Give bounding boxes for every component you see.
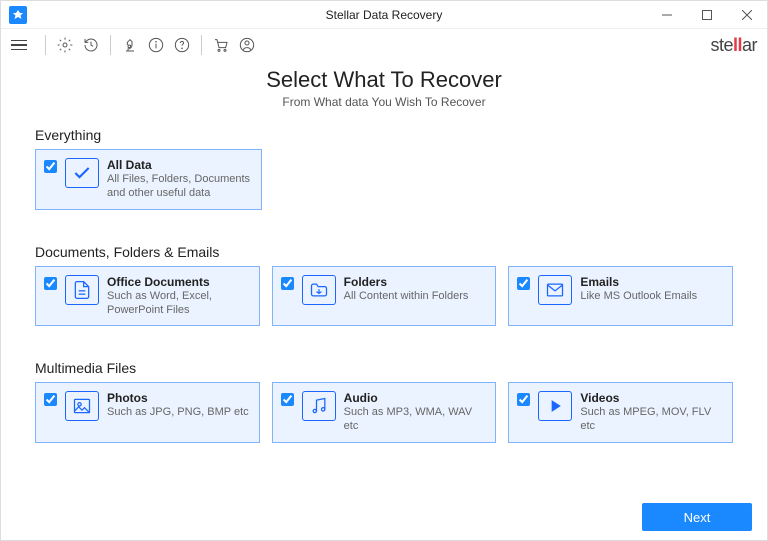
card-all-data[interactable]: All Data All Files, Folders, Documents a… bbox=[35, 149, 262, 210]
help-icon[interactable] bbox=[172, 35, 192, 55]
card-title: Emails bbox=[580, 275, 697, 289]
checkbox-all-data[interactable] bbox=[44, 160, 57, 173]
page-title: Select What To Recover bbox=[35, 67, 733, 93]
toolbar: stellar bbox=[1, 29, 767, 61]
folder-icon bbox=[302, 275, 336, 305]
app-icon bbox=[9, 6, 27, 24]
section-label-everything: Everything bbox=[35, 127, 733, 143]
card-desc: All Content within Folders bbox=[344, 289, 469, 303]
checkbox-videos[interactable] bbox=[517, 393, 530, 406]
card-videos[interactable]: Videos Such as MPEG, MOV, FLV etc bbox=[508, 382, 733, 443]
close-button[interactable] bbox=[727, 1, 767, 29]
title-bar: Stellar Data Recovery bbox=[1, 1, 767, 29]
card-audio[interactable]: Audio Such as MP3, WMA, WAV etc bbox=[272, 382, 497, 443]
card-title: All Data bbox=[107, 158, 253, 172]
card-desc: Such as MP3, WMA, WAV etc bbox=[344, 405, 488, 434]
maximize-button[interactable] bbox=[687, 1, 727, 29]
page-subtitle: From What data You Wish To Recover bbox=[35, 95, 733, 109]
separator bbox=[110, 35, 111, 55]
gear-icon[interactable] bbox=[55, 35, 75, 55]
card-folders[interactable]: Folders All Content within Folders bbox=[272, 266, 497, 327]
card-photos[interactable]: Photos Such as JPG, PNG, BMP etc bbox=[35, 382, 260, 443]
window-controls bbox=[647, 1, 767, 29]
play-icon bbox=[538, 391, 572, 421]
card-office-documents[interactable]: Office Documents Such as Word, Excel, Po… bbox=[35, 266, 260, 327]
brand-logo: stellar bbox=[710, 35, 757, 56]
card-desc: Like MS Outlook Emails bbox=[580, 289, 697, 303]
card-title: Folders bbox=[344, 275, 469, 289]
checkbox-emails[interactable] bbox=[517, 277, 530, 290]
checkbox-folders[interactable] bbox=[281, 277, 294, 290]
user-icon[interactable] bbox=[237, 35, 257, 55]
info-icon[interactable] bbox=[146, 35, 166, 55]
music-icon bbox=[302, 391, 336, 421]
card-title: Photos bbox=[107, 391, 249, 405]
main-content: Select What To Recover From What data Yo… bbox=[1, 61, 767, 443]
card-title: Audio bbox=[344, 391, 488, 405]
separator bbox=[45, 35, 46, 55]
window-title: Stellar Data Recovery bbox=[326, 8, 443, 22]
menu-icon[interactable] bbox=[11, 35, 31, 55]
microscope-icon[interactable] bbox=[120, 35, 140, 55]
checkbox-audio[interactable] bbox=[281, 393, 294, 406]
card-title: Videos bbox=[580, 391, 724, 405]
footer: Next bbox=[642, 503, 752, 531]
next-button[interactable]: Next bbox=[642, 503, 752, 531]
minimize-button[interactable] bbox=[647, 1, 687, 29]
section-label-media: Multimedia Files bbox=[35, 360, 733, 376]
card-desc: Such as JPG, PNG, BMP etc bbox=[107, 405, 249, 419]
photo-icon bbox=[65, 391, 99, 421]
checkbox-office[interactable] bbox=[44, 277, 57, 290]
card-title: Office Documents bbox=[107, 275, 251, 289]
card-desc: Such as MPEG, MOV, FLV etc bbox=[580, 405, 724, 434]
clock-back-icon[interactable] bbox=[81, 35, 101, 55]
card-desc: All Files, Folders, Documents and other … bbox=[107, 172, 253, 201]
check-icon bbox=[65, 158, 99, 188]
separator bbox=[201, 35, 202, 55]
card-desc: Such as Word, Excel, PowerPoint Files bbox=[107, 289, 251, 318]
card-emails[interactable]: Emails Like MS Outlook Emails bbox=[508, 266, 733, 327]
document-icon bbox=[65, 275, 99, 305]
cart-icon[interactable] bbox=[211, 35, 231, 55]
section-label-docs: Documents, Folders & Emails bbox=[35, 244, 733, 260]
checkbox-photos[interactable] bbox=[44, 393, 57, 406]
mail-icon bbox=[538, 275, 572, 305]
